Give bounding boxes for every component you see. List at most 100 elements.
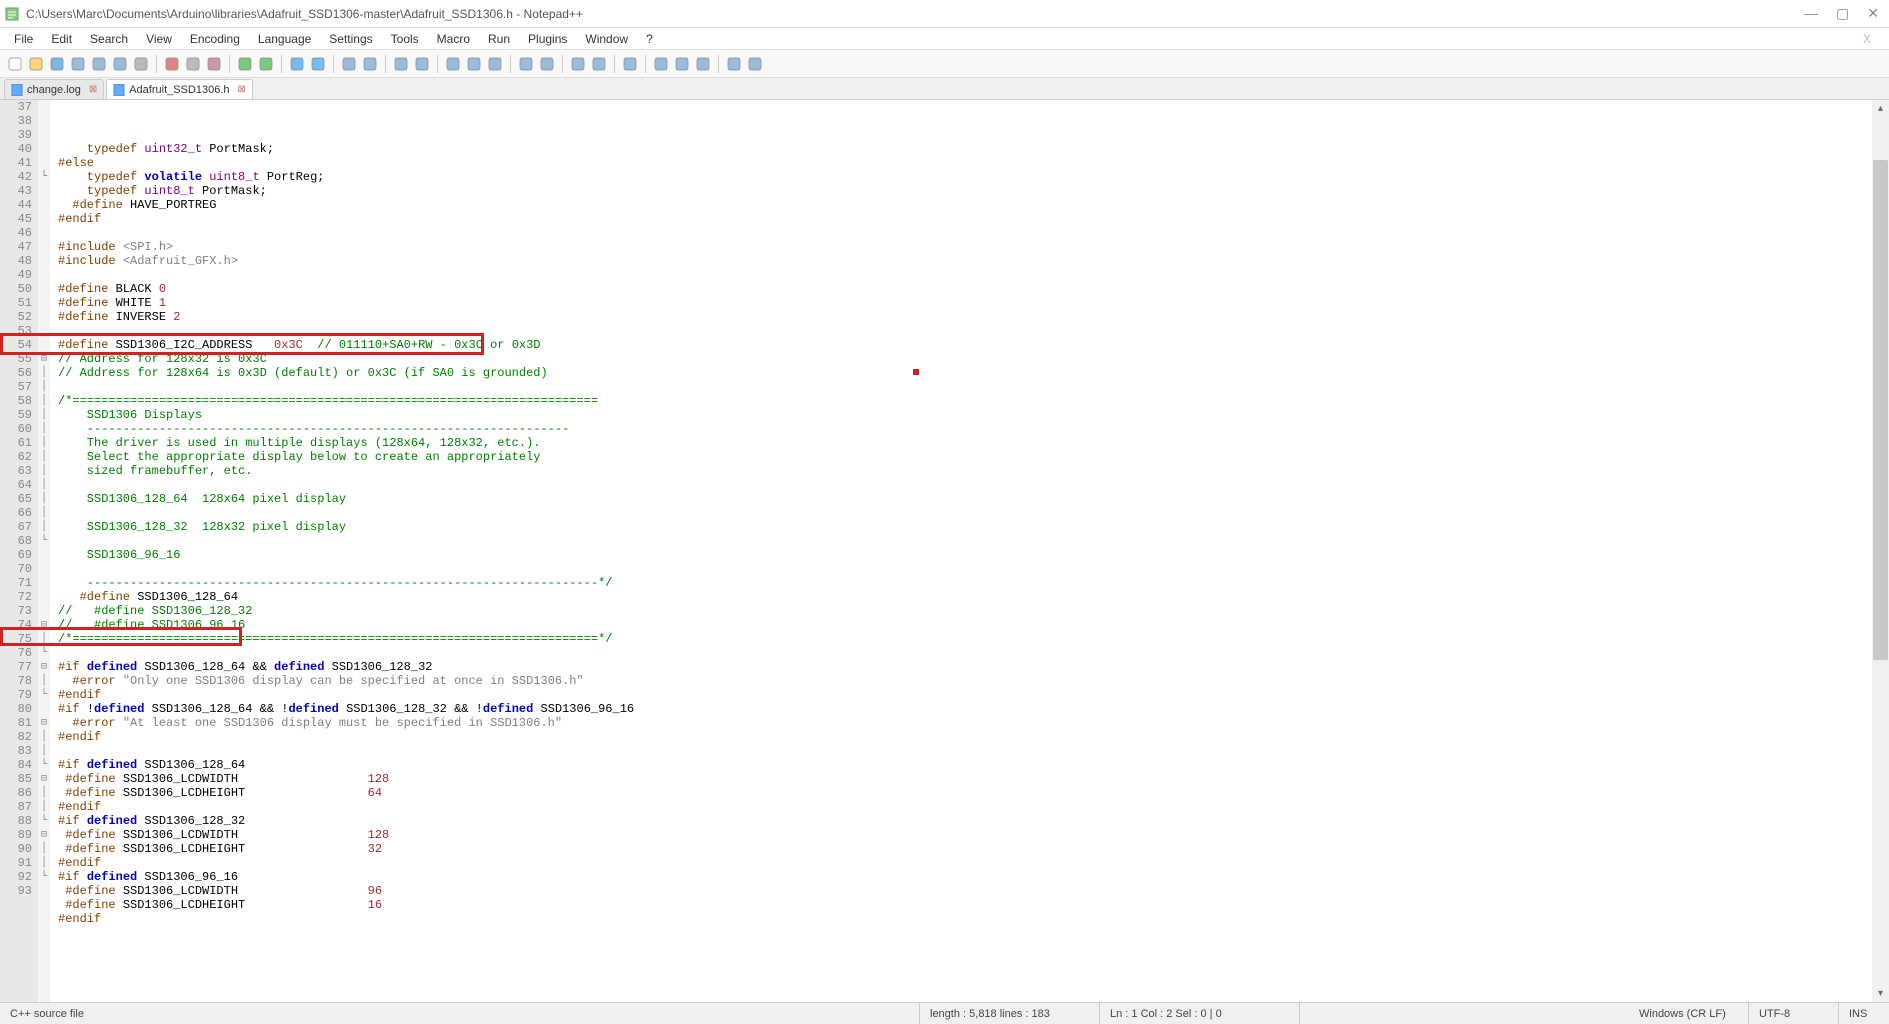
code-line[interactable]: #else xyxy=(50,156,1889,170)
code-line[interactable]: #define SSD1306_LCDWIDTH 128 xyxy=(50,828,1889,842)
code-line[interactable]: // #define SSD1306_96_16 xyxy=(50,618,1889,632)
code-line[interactable]: SSD1306_96_16 xyxy=(50,548,1889,562)
code-line[interactable]: SSD1306 Displays xyxy=(50,408,1889,422)
code-line[interactable]: #define WHITE 1 xyxy=(50,296,1889,310)
menu-edit[interactable]: Edit xyxy=(43,30,80,48)
toolbar-close-icon[interactable] xyxy=(90,55,108,73)
toolbar-fold-icon[interactable] xyxy=(517,55,535,73)
code-line[interactable]: #include <Adafruit_GFX.h> xyxy=(50,254,1889,268)
menu-plugins[interactable]: Plugins xyxy=(520,30,575,48)
code-line[interactable]: #if !defined SSD1306_128_64 && !defined … xyxy=(50,702,1889,716)
code-line[interactable]: typedef uint8_t PortMask; xyxy=(50,184,1889,198)
menu-search[interactable]: Search xyxy=(82,30,136,48)
toolbar-indent-icon[interactable] xyxy=(486,55,504,73)
code-line[interactable]: ----------------------------------------… xyxy=(50,422,1889,436)
code-line[interactable] xyxy=(50,646,1889,660)
toolbar-wrap-icon[interactable] xyxy=(444,55,462,73)
code-line[interactable]: #define HAVE_PORTREG xyxy=(50,198,1889,212)
code-line[interactable]: #if defined SSD1306_128_64 && defined SS… xyxy=(50,660,1889,674)
code-line[interactable]: ----------------------------------------… xyxy=(50,576,1889,590)
toolbar-play-multi-icon[interactable] xyxy=(725,55,743,73)
code-line[interactable]: #define SSD1306_I2C_ADDRESS 0x3C // 0111… xyxy=(50,338,1889,352)
toolbar-copy-icon[interactable] xyxy=(184,55,202,73)
menu-file[interactable]: File xyxy=(6,30,41,48)
code-line[interactable]: #error "At least one SSD1306 display mus… xyxy=(50,716,1889,730)
code-line[interactable]: #if defined SSD1306_96_16 xyxy=(50,870,1889,884)
code-line[interactable]: #include <SPI.h> xyxy=(50,240,1889,254)
toolbar-print-icon[interactable] xyxy=(132,55,150,73)
maximize-button[interactable]: ▢ xyxy=(1836,5,1849,22)
code-line[interactable]: #endif xyxy=(50,730,1889,744)
toolbar-redo-icon[interactable] xyxy=(257,55,275,73)
tab-adafruit-ssd1306[interactable]: Adafruit_SSD1306.h ⊠ xyxy=(106,79,253,99)
code-line[interactable]: The driver is used in multiple displays … xyxy=(50,436,1889,450)
code-line[interactable] xyxy=(50,324,1889,338)
code-line[interactable]: // Address for 128x32 is 0x3C xyxy=(50,352,1889,366)
toolbar-undo-icon[interactable] xyxy=(236,55,254,73)
tab-close-icon[interactable]: ⊠ xyxy=(238,84,246,95)
menu-run[interactable]: Run xyxy=(480,30,518,48)
code-line[interactable] xyxy=(50,380,1889,394)
scroll-thumb[interactable] xyxy=(1873,160,1888,660)
fold-marker[interactable]: ⊟ xyxy=(38,716,50,730)
fold-marker[interactable]: ⊟ xyxy=(38,660,50,674)
code-line[interactable]: #define SSD1306_LCDHEIGHT 64 xyxy=(50,786,1889,800)
toolbar-zoom-in-icon[interactable] xyxy=(340,55,358,73)
toolbar-close-all-icon[interactable] xyxy=(111,55,129,73)
toolbar-func-list-icon[interactable] xyxy=(590,55,608,73)
fold-marker[interactable]: ⊟ xyxy=(38,618,50,632)
toolbar-record-icon[interactable] xyxy=(652,55,670,73)
menubar-close-icon[interactable]: X xyxy=(1855,30,1879,48)
code-line[interactable] xyxy=(50,268,1889,282)
code-line[interactable]: Select the appropriate display below to … xyxy=(50,450,1889,464)
code-line[interactable]: // #define SSD1306_128_32 xyxy=(50,604,1889,618)
code-line[interactable]: #define SSD1306_LCDHEIGHT 32 xyxy=(50,842,1889,856)
code-line[interactable]: #define SSD1306_128_64 xyxy=(50,590,1889,604)
menu-encoding[interactable]: Encoding xyxy=(182,30,248,48)
vertical-scrollbar[interactable]: ▴ ▾ xyxy=(1872,100,1889,1002)
fold-column[interactable]: └⊟││││││││││││└⊟│└⊟│└⊟││└⊟││└⊟││└ xyxy=(38,100,50,1002)
toolbar-new-icon[interactable] xyxy=(6,55,24,73)
code-line[interactable]: // Address for 128x64 is 0x3D (default) … xyxy=(50,366,1889,380)
toolbar-paste-icon[interactable] xyxy=(205,55,223,73)
code-line[interactable]: #define INVERSE 2 xyxy=(50,310,1889,324)
toolbar-sync-h-icon[interactable] xyxy=(413,55,431,73)
menu-help[interactable]: ? xyxy=(638,30,661,48)
code-area[interactable]: typedef uint32_t PortMask;#else typedef … xyxy=(50,100,1889,1002)
code-line[interactable] xyxy=(50,534,1889,548)
scroll-up-arrow[interactable]: ▴ xyxy=(1872,100,1889,117)
fold-marker[interactable]: ⊟ xyxy=(38,352,50,366)
code-line[interactable]: sized framebuffer, etc. xyxy=(50,464,1889,478)
code-line[interactable] xyxy=(50,926,1889,940)
tab-changelog[interactable]: change.log ⊠ xyxy=(4,79,104,99)
toolbar-replace-icon[interactable] xyxy=(309,55,327,73)
fold-marker[interactable]: ⊟ xyxy=(38,772,50,786)
close-button[interactable]: ✕ xyxy=(1867,5,1879,22)
code-line[interactable]: #error "Only one SSD1306 display can be … xyxy=(50,674,1889,688)
code-line[interactable]: #if defined SSD1306_128_64 xyxy=(50,758,1889,772)
code-line[interactable]: SSD1306_128_32 128x32 pixel display xyxy=(50,520,1889,534)
code-line[interactable]: #define SSD1306_LCDHEIGHT 16 xyxy=(50,898,1889,912)
toolbar-save-macro-icon[interactable] xyxy=(746,55,764,73)
code-line[interactable]: #define BLACK 0 xyxy=(50,282,1889,296)
code-line[interactable]: #endif xyxy=(50,212,1889,226)
code-line[interactable]: /*======================================… xyxy=(50,632,1889,646)
menu-macro[interactable]: Macro xyxy=(429,30,478,48)
toolbar-find-icon[interactable] xyxy=(288,55,306,73)
fold-marker[interactable]: ⊟ xyxy=(38,828,50,842)
toolbar-doc-map-icon[interactable] xyxy=(569,55,587,73)
code-line[interactable] xyxy=(50,506,1889,520)
toolbar-all-chars-icon[interactable] xyxy=(465,55,483,73)
toolbar-play-icon[interactable] xyxy=(694,55,712,73)
menu-window[interactable]: Window xyxy=(577,30,636,48)
code-line[interactable] xyxy=(50,226,1889,240)
code-line[interactable] xyxy=(50,478,1889,492)
code-line[interactable] xyxy=(50,744,1889,758)
code-line[interactable]: /*======================================… xyxy=(50,394,1889,408)
toolbar-zoom-out-icon[interactable] xyxy=(361,55,379,73)
code-line[interactable]: typedef volatile uint8_t PortReg; xyxy=(50,170,1889,184)
menu-tools[interactable]: Tools xyxy=(383,30,427,48)
toolbar-save-icon[interactable] xyxy=(48,55,66,73)
code-line[interactable]: #endif xyxy=(50,688,1889,702)
code-line[interactable]: typedef uint32_t PortMask; xyxy=(50,142,1889,156)
